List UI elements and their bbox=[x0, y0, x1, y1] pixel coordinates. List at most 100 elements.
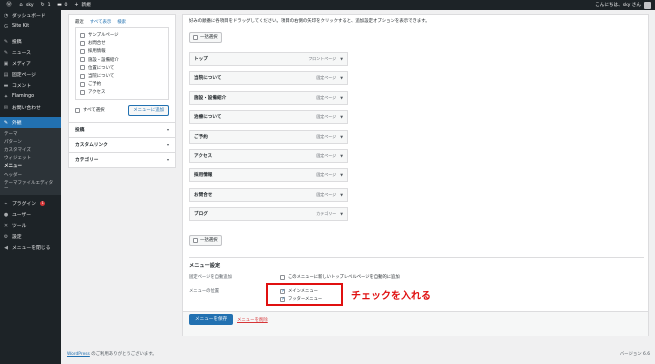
tab-view-all[interactable]: すべて表示 bbox=[90, 19, 111, 25]
sidebar-item-items_after-4[interactable]: ◀ メニューを閉じる bbox=[0, 242, 61, 253]
submenu-item[interactable]: ウィジェット bbox=[0, 155, 61, 163]
comments-link[interactable]: ▬ 0 bbox=[57, 2, 67, 8]
chevron-down-icon[interactable]: ▾ bbox=[167, 157, 169, 162]
submenu-item[interactable]: テーマ bbox=[0, 130, 61, 138]
sidebar-item-items-6[interactable]: ▬ コメント bbox=[0, 80, 61, 91]
auto-add-checkbox[interactable] bbox=[280, 274, 285, 280]
sidebar-item-items-7[interactable]: ✦ Flamingo bbox=[0, 91, 61, 102]
page-checklist-item[interactable]: ご予約 bbox=[80, 80, 164, 88]
page-checkbox[interactable] bbox=[80, 73, 85, 79]
chevron-down-icon[interactable]: ▼ bbox=[340, 115, 343, 119]
chevron-down-icon[interactable]: ▾ bbox=[167, 127, 169, 132]
chevron-down-icon[interactable]: ▼ bbox=[340, 193, 343, 197]
menu-item[interactable]: アクセス 固定ページ ▼ bbox=[189, 149, 348, 163]
sidebar-item-items-4[interactable]: ▣ メディア bbox=[0, 58, 61, 69]
page-checklist-item[interactable]: 施設・設備紹介 bbox=[80, 56, 164, 64]
page-checklist-item[interactable]: 採用情報 bbox=[80, 47, 164, 55]
sidebar-item-items_after-3[interactable]: ⚙ 設定 bbox=[0, 231, 61, 242]
sidebar-item-items-2[interactable]: ✎ 投稿 bbox=[0, 36, 61, 47]
menu-item-title: 採用情報 bbox=[194, 173, 213, 179]
select-all-checkbox[interactable] bbox=[75, 107, 80, 113]
page-checkbox[interactable] bbox=[80, 89, 85, 95]
menu-item[interactable]: 採用情報 固定ページ ▼ bbox=[189, 168, 348, 183]
update-badge: 1 bbox=[40, 201, 46, 207]
menu-item[interactable]: 施設・設備紹介 固定ページ ▼ bbox=[189, 90, 348, 105]
sidebar-item-items-3[interactable]: ✎ ニュース bbox=[0, 47, 61, 58]
sidebar-item-items_after-1[interactable]: ● ユーザー bbox=[0, 209, 61, 220]
site-name-link[interactable]: ⌂ sky bbox=[18, 2, 33, 8]
submenu-item[interactable]: テーマファイルエディター bbox=[0, 179, 61, 192]
chevron-down-icon[interactable]: ▼ bbox=[340, 212, 343, 216]
submenu-item[interactable]: メニュー bbox=[0, 163, 61, 171]
menu-item-meta: 固定ページ ▼ bbox=[316, 134, 343, 140]
chevron-down-icon[interactable]: ▼ bbox=[340, 135, 343, 139]
menu-item[interactable]: トップ フロントページ ▼ bbox=[189, 52, 348, 66]
chevron-down-icon[interactable]: ▼ bbox=[340, 173, 343, 177]
updates-link[interactable]: ↻ 1 bbox=[40, 2, 51, 8]
menu-item[interactable]: 当院について 固定ページ ▼ bbox=[189, 71, 348, 86]
structure-intro: 好みの順番に各項目をドラッグしてください。項目の右側の矢印をクリックすると、追加… bbox=[189, 19, 430, 24]
menu-item-meta: 固定ページ ▼ bbox=[316, 95, 343, 101]
submenu-item[interactable]: ヘッダー bbox=[0, 171, 61, 179]
submenu-item[interactable]: カスタマイズ bbox=[0, 146, 61, 154]
menu-item-type: カテゴリー bbox=[316, 211, 337, 217]
page-checklist-item[interactable]: サンプルページ bbox=[80, 31, 164, 39]
menu-item[interactable]: 治療について 固定ページ ▼ bbox=[189, 110, 348, 125]
page-checkbox[interactable] bbox=[80, 81, 85, 87]
bulk-select-top[interactable]: 一括選択 bbox=[189, 32, 222, 43]
menu-item[interactable]: ブログ カテゴリー ▼ bbox=[189, 207, 348, 222]
sidebar-item-items-0[interactable]: ◔ ダッシュボード bbox=[0, 10, 61, 21]
wp-logo[interactable]: Ⓦ bbox=[6, 2, 12, 8]
page-checklist-item[interactable]: 位置について bbox=[80, 64, 164, 72]
page-icon: ▤ bbox=[3, 71, 9, 78]
bulk-select-bottom[interactable]: 一括選択 bbox=[189, 235, 222, 246]
sidebar-item-items-5[interactable]: ▤ 固定ページ bbox=[0, 69, 61, 80]
sidebar-item-label: お問い合わせ bbox=[12, 106, 41, 111]
page-label: ご予約 bbox=[88, 82, 102, 88]
chevron-down-icon[interactable]: ▼ bbox=[340, 154, 343, 158]
page-checkbox[interactable] bbox=[80, 40, 85, 46]
accordion-categories[interactable]: カテゴリー ▾ bbox=[69, 151, 175, 167]
chevron-down-icon[interactable]: ▾ bbox=[167, 142, 169, 147]
tab-search[interactable]: 検索 bbox=[117, 19, 126, 25]
appearance-submenu: テーマ パターン カスタマイズ ウィジェット メニュー ヘッダー テーマファイルエディター bbox=[0, 128, 61, 196]
sidebar-item-items-1[interactable]: G Site Kit bbox=[0, 21, 61, 32]
page-label: アクセス bbox=[88, 90, 106, 96]
bulk-select-checkbox[interactable] bbox=[193, 237, 198, 243]
comment-icon: ▬ bbox=[57, 2, 62, 8]
auto-add-option[interactable]: このメニューに新しいトップレベルページを自動的に追加 bbox=[280, 274, 400, 280]
sidebar-item-items-8[interactable]: ✉ お問い合わせ bbox=[0, 102, 61, 113]
delete-menu-link[interactable]: メニューを削除 bbox=[237, 317, 268, 323]
chevron-down-icon[interactable]: ▼ bbox=[340, 57, 343, 61]
tab-recent[interactable]: 最近 bbox=[75, 19, 84, 25]
updates-count: 1 bbox=[47, 2, 51, 8]
account-menu[interactable]: こんにちは、sky さん bbox=[595, 1, 651, 9]
annotation-text: チェックを入れる bbox=[351, 291, 431, 302]
bulk-select-checkbox[interactable] bbox=[193, 34, 198, 40]
save-menu-button[interactable]: メニューを保存 bbox=[189, 314, 234, 325]
page-checkbox[interactable] bbox=[80, 65, 85, 71]
highlight-box bbox=[266, 283, 343, 306]
page-checklist-item[interactable]: お問合せ bbox=[80, 39, 164, 47]
wordpress-link[interactable]: WordPress bbox=[67, 352, 90, 357]
save-bar bbox=[183, 311, 648, 336]
sidebar-item-items_after-0[interactable]: ⌁ プラグイン 1 bbox=[0, 198, 61, 209]
page-checkbox[interactable] bbox=[80, 48, 85, 54]
menu-item[interactable]: ご予約 固定ページ ▼ bbox=[189, 129, 348, 144]
select-all[interactable]: すべて選択 bbox=[75, 107, 104, 113]
page-checklist-item[interactable]: 当院について bbox=[80, 72, 164, 80]
page-label: 採用情報 bbox=[88, 49, 106, 55]
accordion-custom-links[interactable]: カスタムリンク ▾ bbox=[69, 136, 175, 152]
chevron-down-icon[interactable]: ▼ bbox=[340, 96, 343, 100]
sidebar-item-items_after-2[interactable]: ✕ ツール bbox=[0, 220, 61, 231]
page-checklist-item[interactable]: アクセス bbox=[80, 88, 164, 96]
menu-item[interactable]: お問合せ 固定ページ ▼ bbox=[189, 187, 348, 202]
chevron-down-icon[interactable]: ▼ bbox=[340, 76, 343, 80]
sidebar-item-items-9[interactable]: ✎ 外観 bbox=[0, 117, 61, 128]
add-to-menu-button[interactable]: メニューに追加 bbox=[128, 105, 169, 116]
page-checkbox[interactable] bbox=[80, 57, 85, 63]
submenu-item[interactable]: パターン bbox=[0, 138, 61, 146]
page-checkbox[interactable] bbox=[80, 32, 85, 38]
accordion-posts[interactable]: 投稿 ▾ bbox=[69, 121, 175, 137]
new-content-link[interactable]: + 新規 bbox=[73, 2, 90, 8]
